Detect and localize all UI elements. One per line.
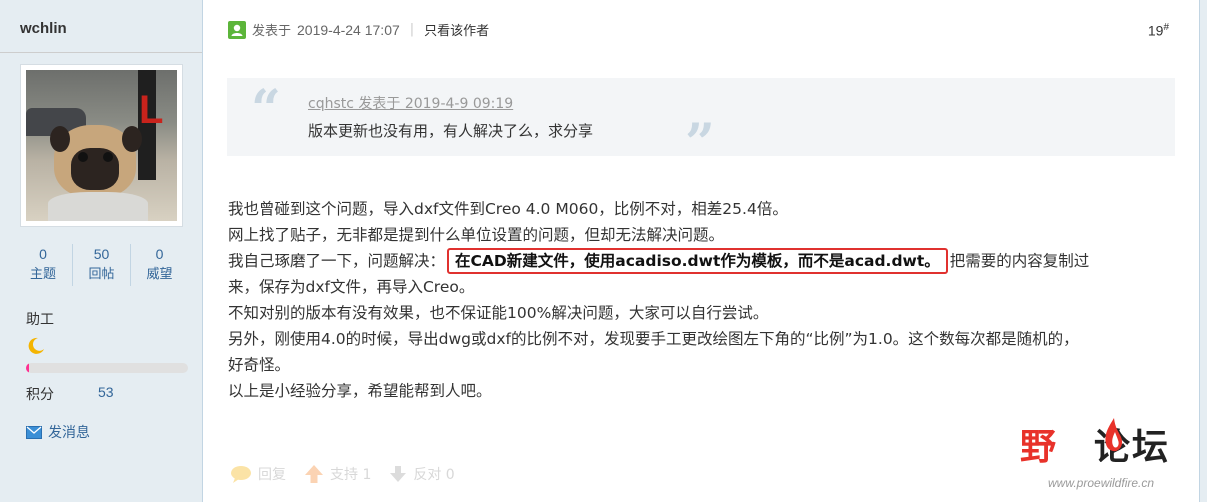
quote-text: 版本更新也没有用，有人解决了么，求分享 — [308, 122, 594, 140]
flame-icon — [1105, 418, 1123, 452]
send-message-label: 发消息 — [48, 425, 90, 441]
avatar[interactable]: L — [20, 64, 183, 227]
oppose-button[interactable]: 反对 0 — [389, 464, 455, 484]
post-meta: 发表于 2019-4-24 17:07 | 只看该作者 — [228, 20, 489, 39]
stat-prestige-value: 0 — [155, 246, 164, 262]
content-line: 以上是小经验分享，希望能帮到人吧。 — [228, 382, 492, 400]
sidebar-divider — [0, 52, 202, 53]
site-watermark: 野论坛 www.proewildfire.cn — [1020, 418, 1200, 498]
author-sidebar: wchlin L 0 主题 50 回帖 0 威望 助工 积分 53 发消息 — [0, 0, 203, 502]
moon-icon — [28, 337, 44, 354]
reply-label: 回复 — [258, 467, 286, 483]
oppose-label: 反对 0 — [413, 467, 455, 483]
open-quote-icon: “ — [251, 79, 281, 140]
quote-block: “ cqhstc 发表于 2019-4-9 09:19 版本更新也没有用，有人解… — [227, 78, 1175, 170]
stat-replies[interactable]: 50 回帖 — [72, 244, 130, 286]
post-actions: 回复 支持 1 反对 0 — [230, 464, 473, 484]
reply-icon — [231, 466, 251, 483]
quote-author-link[interactable]: cqhstc 发表于 2019-4-9 09:19 — [308, 93, 513, 113]
user-rank: 助工 — [26, 312, 54, 328]
content-line: 我自己琢磨了一下，问题解决： 在CAD新建文件，使用acadiso.dwt作为模板… — [228, 248, 1178, 274]
content-line: 网上找了贴子，无非都是提到什么单位设置的问题，但却无法解决问题。 — [228, 226, 725, 244]
stat-threads-label: 主题 — [29, 267, 56, 282]
floor-suffix: # — [1163, 22, 1169, 33]
rank-progress-bar — [26, 363, 188, 373]
down-arrow-icon — [390, 466, 407, 482]
content-line: 好奇怪。 — [228, 356, 291, 374]
content-line3-prefix: 我自己琢磨了一下，问题解决： — [228, 252, 446, 270]
watermark-url: www.proewildfire.cn — [1048, 476, 1155, 490]
floor-number-value: 19 — [1147, 22, 1164, 39]
avatar-image: L — [26, 70, 177, 221]
stat-prestige[interactable]: 0 威望 — [130, 244, 188, 286]
only-author-link[interactable]: 只看该作者 — [424, 20, 489, 39]
right-border-strip — [1199, 0, 1207, 502]
watermark-logo-part1: 野 — [1020, 427, 1059, 468]
highlighted-solution: 在CAD新建文件，使用acadiso.dwt作为模板，而不是acad.dwt。 — [447, 248, 948, 274]
content-line3-suffix: 把需要的内容复制过 — [949, 252, 1090, 270]
watermark-logo: 野论坛 — [1020, 418, 1170, 470]
author-name[interactable]: wchlin — [20, 20, 67, 37]
stat-replies-label: 回帖 — [88, 267, 115, 282]
content-line: 我也曾碰到这个问题，导入dxf文件到Creo 4.0 M060，比例不对，相差2… — [228, 200, 788, 218]
stat-prestige-label: 威望 — [146, 267, 173, 282]
thumbs-up-arrow-icon — [305, 465, 323, 483]
points-label: 积分 — [26, 387, 54, 403]
support-button[interactable]: 支持 1 — [304, 464, 371, 484]
mail-icon — [26, 425, 42, 439]
post-timestamp: 2019-4-24 17:07 — [297, 21, 400, 38]
author-stats: 0 主题 50 回帖 0 威望 — [14, 244, 190, 286]
stat-replies-value: 50 — [93, 246, 110, 262]
points-value[interactable]: 53 — [98, 384, 114, 400]
support-label: 支持 1 — [330, 467, 372, 483]
reply-button[interactable]: 回复 — [230, 464, 286, 484]
content-line: 不知对别的版本有没有效果，也不保证能100%解决问题，大家可以自行尝试。 — [228, 304, 769, 322]
floor-number[interactable]: 19# — [1148, 22, 1169, 39]
posted-label: 发表于 — [252, 24, 292, 39]
send-message-link[interactable]: 发消息 — [26, 422, 90, 442]
stat-threads[interactable]: 0 主题 — [14, 244, 72, 286]
online-user-icon — [228, 20, 246, 39]
meta-separator: | — [409, 22, 415, 37]
stat-threads-value: 0 — [39, 246, 47, 262]
close-quote-icon: ” — [685, 113, 715, 174]
content-line: 另外，刚使用4.0的时候，导出dwg或dxf的比例不对，发现要手工更改绘图左下角… — [228, 330, 1079, 348]
post-content: 我也曾碰到这个问题，导入dxf文件到Creo 4.0 M060，比例不对，相差2… — [228, 196, 1178, 404]
rank-progress-fill — [26, 363, 30, 373]
content-line: 来，保存为dxf文件，再导入Creo。 — [228, 278, 475, 296]
